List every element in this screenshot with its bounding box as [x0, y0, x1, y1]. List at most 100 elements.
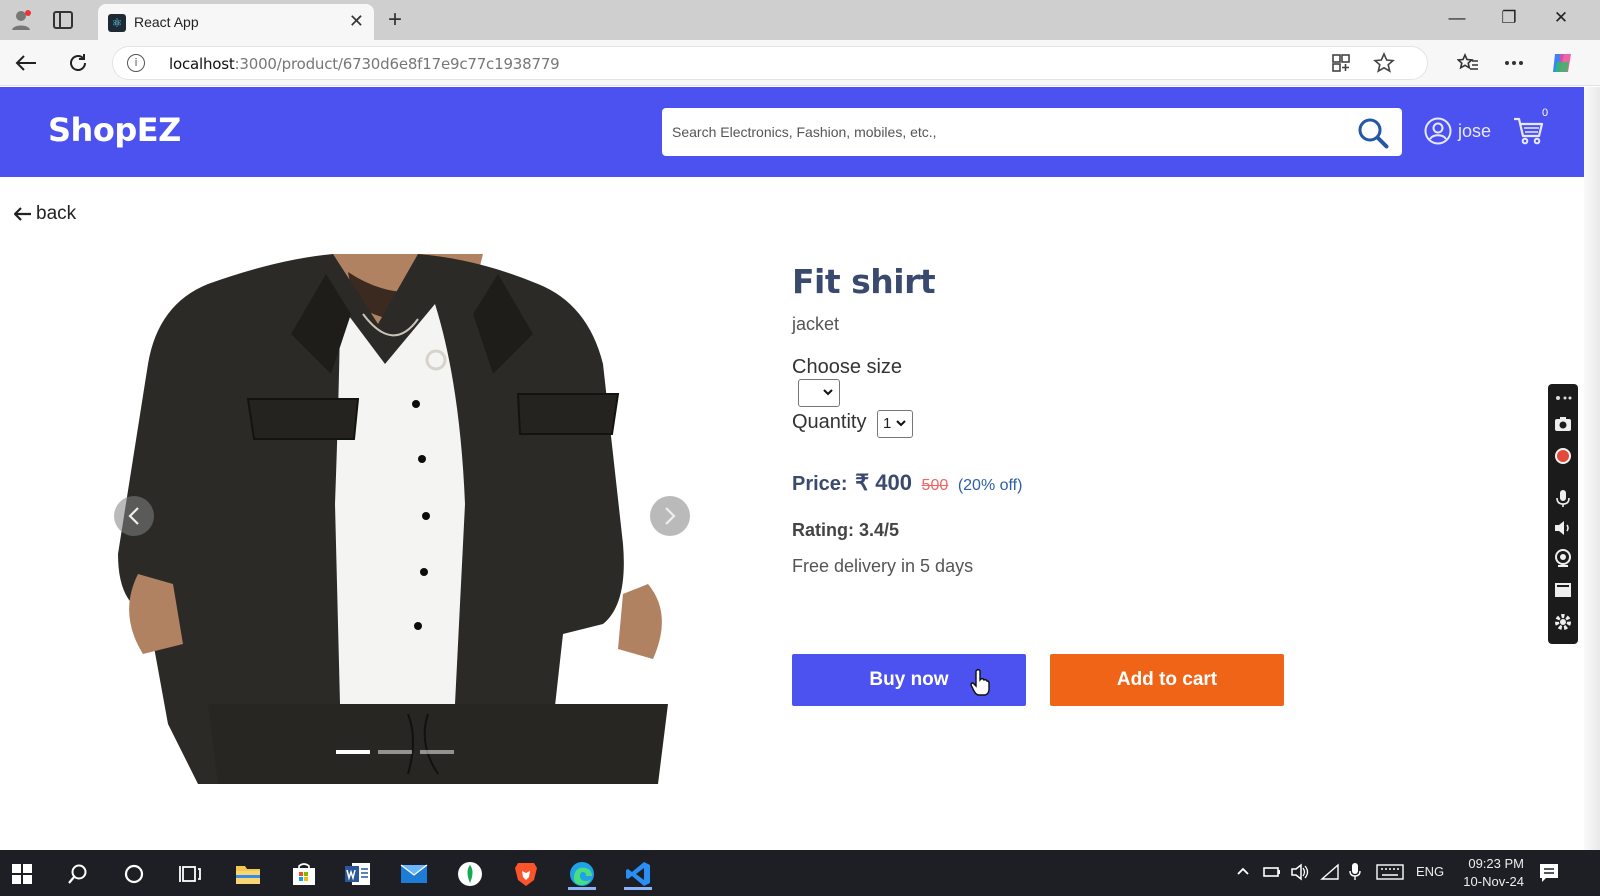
product-image: [118, 254, 668, 784]
more-options-icon[interactable]: [1500, 49, 1528, 77]
back-arrow-icon[interactable]: [12, 49, 40, 77]
carousel-prev-button[interactable]: [114, 496, 154, 536]
wifi-icon[interactable]: [1320, 863, 1340, 881]
mic-tray-icon[interactable]: [1348, 862, 1362, 882]
tab-actions-icon[interactable]: [50, 8, 76, 32]
favorite-star-icon[interactable]: [1373, 52, 1395, 79]
new-tab-icon[interactable]: +: [388, 6, 402, 34]
tab-title: React App: [134, 14, 199, 30]
url-bar[interactable]: i localhost:3000/product/6730d6e8f17e9c7…: [112, 46, 1428, 80]
browser-window: ⚛ React App ✕ + — ❐ ✕ i localhost:3000/p…: [0, 0, 1600, 896]
delivery-text: Free delivery in 5 days: [792, 556, 974, 576]
file-explorer-icon[interactable]: [234, 860, 262, 888]
product-image-carousel[interactable]: [78, 254, 710, 784]
price-value: ₹ 400: [855, 470, 912, 495]
search-icon[interactable]: [1356, 116, 1390, 150]
size-row: Choose size: [792, 356, 935, 407]
clock-date: 10-Nov-24: [1463, 874, 1524, 889]
quantity-select[interactable]: 1: [876, 410, 913, 438]
back-label: back: [36, 203, 77, 224]
user-menu[interactable]: jose: [1424, 115, 1491, 147]
brand-logo[interactable]: ShopEZ: [48, 111, 181, 149]
address-bar-row: i localhost:3000/product/6730d6e8f17e9c7…: [0, 40, 1600, 86]
carousel-next-button[interactable]: [650, 496, 690, 536]
screen-select-icon[interactable]: [1553, 580, 1573, 600]
copilot-icon[interactable]: [1548, 49, 1576, 77]
size-label: Choose size: [792, 356, 903, 378]
carousel-indicator-3[interactable]: [420, 750, 454, 754]
rating-text: Rating: 3.4/5: [792, 520, 900, 540]
favorites-icon[interactable]: [1454, 49, 1482, 77]
camera-icon[interactable]: [1553, 414, 1573, 434]
product-details: Fit shirt jacket Choose size Quantity 1 …: [792, 262, 1022, 576]
quantity-row: Quantity 1: [792, 410, 913, 438]
original-price: 500: [921, 477, 949, 494]
windows-start-icon[interactable]: [8, 860, 36, 888]
app-available-icon[interactable]: [1331, 53, 1351, 78]
price-label: Price:: [792, 473, 848, 495]
mongodb-compass-icon[interactable]: [456, 860, 484, 888]
close-window-icon[interactable]: ✕: [1546, 8, 1576, 28]
discount-label: (20% off): [957, 477, 1023, 494]
profile-icon[interactable]: [8, 8, 34, 32]
username-label: jose: [1458, 120, 1492, 141]
search-input[interactable]: [672, 108, 1332, 156]
arrow-left-icon: [14, 207, 31, 221]
quantity-label: Quantity: [792, 411, 867, 434]
quantity-value: 1: [882, 415, 892, 432]
carousel-indicator-2[interactable]: [378, 750, 412, 754]
language-indicator[interactable]: ENG: [1416, 864, 1444, 879]
volume-icon[interactable]: [1290, 863, 1310, 881]
screen-recorder-toolbar: [1548, 384, 1578, 644]
keyboard-icon[interactable]: [1376, 864, 1404, 880]
system-clock[interactable]: 09:23 PM 10-Nov-24: [1450, 855, 1524, 891]
search-box: [662, 108, 1402, 156]
chevron-left-icon: [128, 507, 139, 525]
notifications-icon[interactable]: [1538, 862, 1560, 884]
vscode-icon[interactable]: [624, 860, 652, 890]
speaker-icon[interactable]: [1553, 518, 1573, 538]
settings-gear-icon[interactable]: [1553, 612, 1573, 632]
chevron-down-icon: [823, 389, 833, 396]
price-row: Price: ₹ 400 500 (20% off): [792, 470, 1022, 496]
chevron-down-icon: [896, 420, 906, 427]
search-icon[interactable]: [64, 860, 92, 888]
back-link[interactable]: back: [14, 203, 76, 225]
edge-browser-icon[interactable]: [568, 860, 596, 890]
chevron-right-icon: [665, 507, 676, 525]
tab-react-app[interactable]: ⚛ React App ✕: [98, 4, 374, 40]
url-text[interactable]: localhost:3000/product/6730d6e8f17e9c77c…: [169, 55, 560, 73]
product-category: jacket: [792, 314, 840, 334]
record-icon[interactable]: [1553, 446, 1573, 466]
mail-icon[interactable]: [400, 860, 428, 888]
clock-time: 09:23 PM: [1468, 856, 1524, 871]
carousel-indicator-1[interactable]: [336, 750, 370, 754]
page-edge: [1584, 87, 1600, 850]
task-view-icon[interactable]: [176, 860, 204, 888]
user-avatar-icon: [1424, 117, 1452, 145]
product-title: Fit shirt: [792, 262, 936, 301]
hand-cursor-icon: [970, 668, 990, 696]
tab-strip: ⚛ React App ✕ + — ❐ ✕: [0, 0, 1600, 40]
close-tab-icon[interactable]: ✕: [349, 11, 364, 32]
add-to-cart-button[interactable]: Add to cart: [1050, 654, 1284, 706]
windows-taskbar: ENG 09:23 PM 10-Nov-24: [0, 850, 1600, 896]
react-favicon-icon: ⚛: [108, 14, 126, 32]
cortana-icon[interactable]: [120, 860, 148, 888]
battery-icon[interactable]: [1262, 864, 1282, 880]
microsoft-store-icon[interactable]: [290, 860, 318, 888]
microphone-icon[interactable]: [1553, 488, 1573, 508]
app-header: ShopEZ jose 0: [0, 87, 1584, 177]
brave-browser-icon[interactable]: [512, 860, 540, 888]
cart-icon[interactable]: [1512, 115, 1548, 149]
reload-icon[interactable]: [64, 49, 92, 77]
webcam-icon[interactable]: [1553, 548, 1573, 568]
word-icon[interactable]: [344, 860, 372, 888]
site-info-icon[interactable]: i: [127, 54, 145, 72]
minimize-icon[interactable]: —: [1442, 8, 1472, 28]
size-select[interactable]: [798, 379, 840, 407]
chevron-up-icon[interactable]: [1236, 866, 1250, 876]
recorder-menu-icon[interactable]: [1553, 388, 1573, 408]
restore-icon[interactable]: ❐: [1494, 8, 1524, 28]
cart-count-badge: 0: [1542, 107, 1549, 119]
